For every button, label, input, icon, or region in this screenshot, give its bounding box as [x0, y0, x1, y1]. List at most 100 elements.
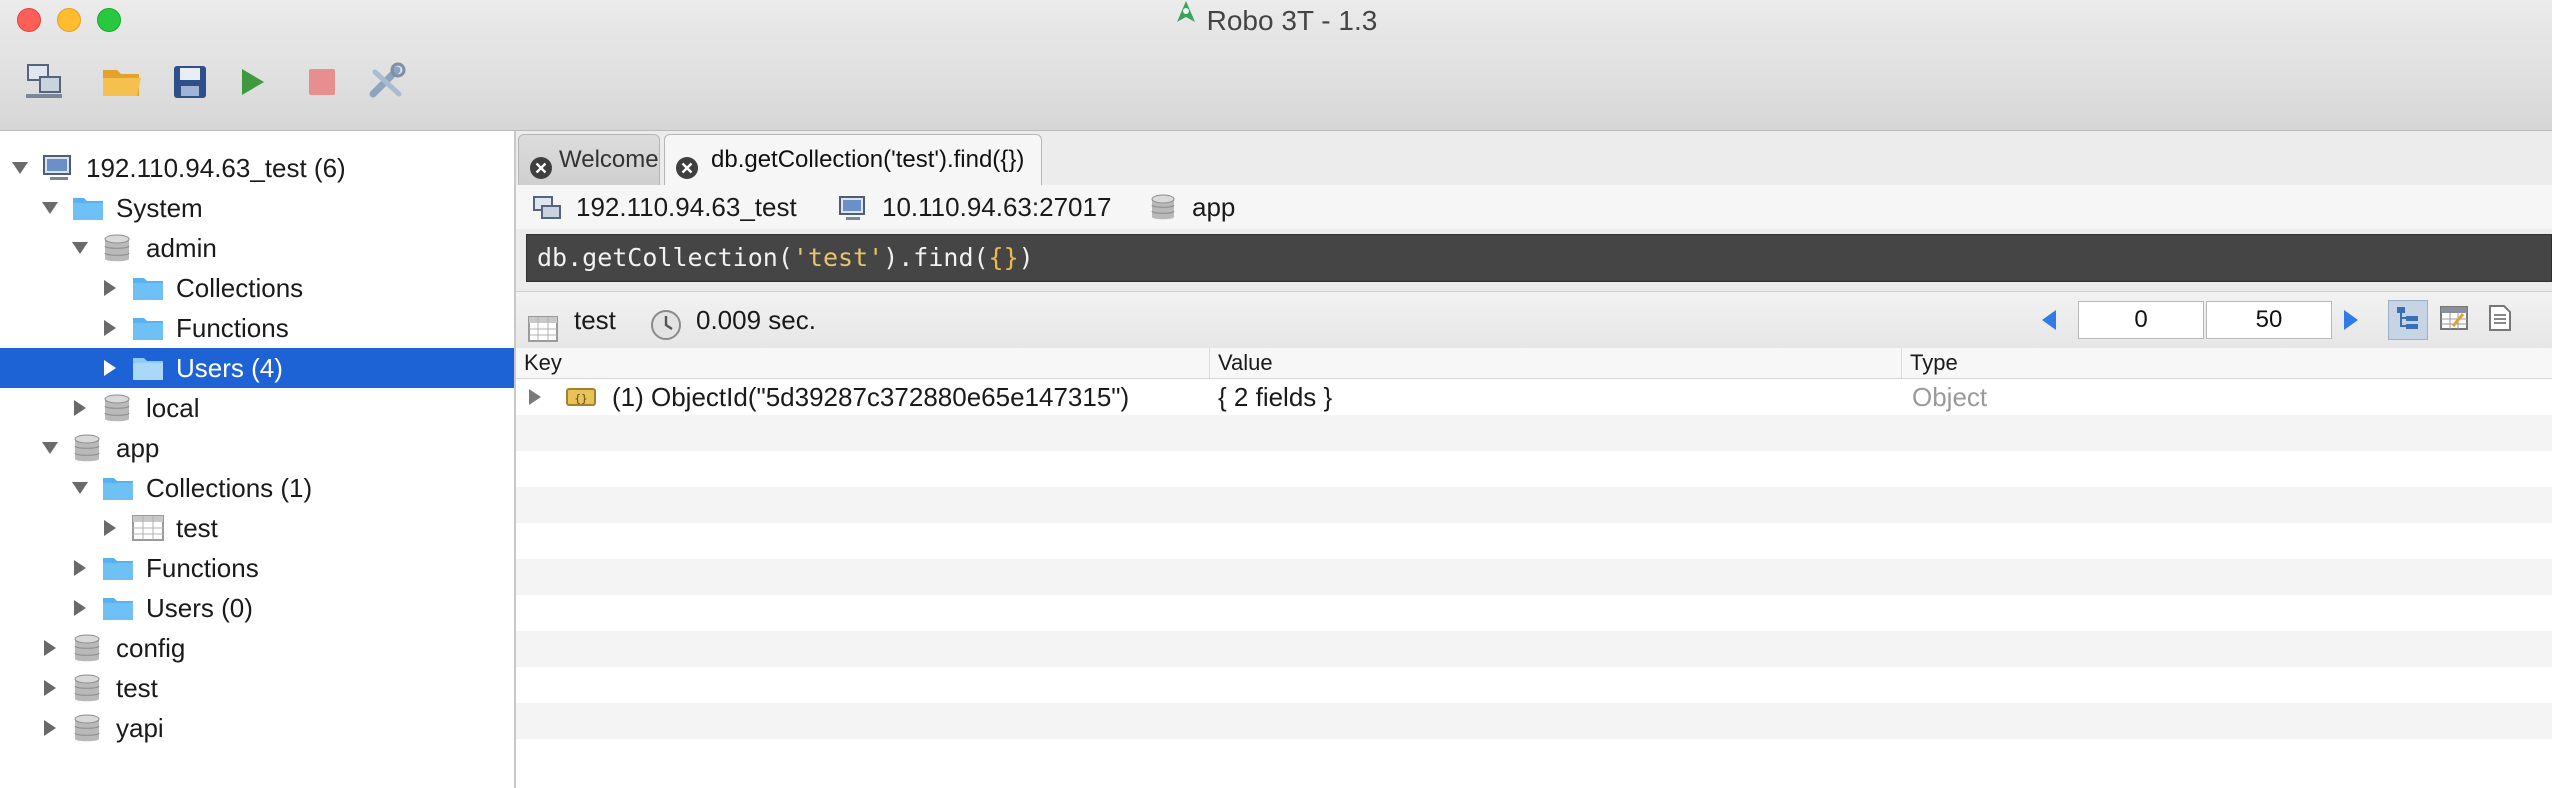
empty-row	[516, 559, 2552, 595]
text-view-button[interactable]	[2480, 300, 2520, 340]
result-collection-name: test	[574, 305, 616, 335]
close-tab-icon[interactable]	[675, 148, 699, 179]
folder-icon	[132, 313, 164, 343]
next-page-arrow-icon[interactable]	[2342, 308, 2360, 337]
expand-right-arrow-icon[interactable]	[40, 638, 60, 658]
expand-right-arrow-icon[interactable]	[70, 598, 90, 618]
tree-label: admin	[146, 233, 217, 263]
tree-item-app-users[interactable]: Users (0)	[0, 588, 514, 628]
tree-item-local[interactable]: local	[0, 388, 514, 428]
database-icon	[72, 673, 104, 703]
expand-right-arrow-icon[interactable]	[528, 388, 542, 411]
expand-right-arrow-icon[interactable]	[100, 278, 120, 298]
query-string-literal: 'test'	[792, 243, 884, 272]
tree-item-admin-collections[interactable]: Collections	[0, 268, 514, 308]
open-button[interactable]	[100, 62, 144, 106]
tree-item-app-functions[interactable]: Functions	[0, 548, 514, 588]
database-icon	[102, 393, 134, 423]
robo3t-logo-icon	[1175, 0, 1197, 42]
connection-info-bar: 192.110.94.63_test 10.110.94.63:27017 ap…	[516, 185, 2552, 229]
query-prefix: db.getCollection(	[537, 243, 793, 272]
database-icon	[72, 633, 104, 663]
empty-row	[516, 415, 2552, 451]
host-address: 10.110.94.63:27017	[882, 192, 1112, 222]
tree-label: Collections (1)	[146, 473, 313, 503]
expand-down-arrow-icon[interactable]	[40, 438, 60, 458]
folder-icon	[72, 193, 104, 223]
tree-label: System	[116, 193, 203, 223]
table-view-icon	[2439, 304, 2469, 337]
expand-right-arrow-icon[interactable]	[100, 518, 120, 538]
robomongo-button[interactable]	[366, 62, 410, 106]
tab-query[interactable]: db.getCollection('test').find({})	[664, 134, 1042, 185]
stop-button[interactable]	[300, 62, 344, 106]
expand-right-arrow-icon[interactable]	[100, 318, 120, 338]
tree-item-system[interactable]: System	[0, 188, 514, 228]
expand-down-arrow-icon[interactable]	[10, 158, 30, 178]
server-icon	[42, 153, 74, 183]
folder-icon	[132, 353, 164, 383]
query-editor[interactable]: db.getCollection('test').find({})	[526, 234, 2552, 282]
expand-down-arrow-icon[interactable]	[70, 238, 90, 258]
tree-label: yapi	[116, 713, 164, 743]
window-title-area: Robo 3T - 1.3	[0, 0, 2552, 40]
query-panel: Welcome db.getCollection('test').find({}…	[516, 131, 2552, 788]
empty-row	[516, 667, 2552, 703]
connect-button[interactable]	[22, 62, 66, 106]
tree-item-admin-functions[interactable]: Functions	[0, 308, 514, 348]
save-button[interactable]	[168, 62, 212, 106]
results-toolbar: test 0.009 sec.	[516, 291, 2552, 349]
tab-label: db.getCollection('test').find({})	[711, 146, 1025, 173]
tree-item-admin[interactable]: admin	[0, 228, 514, 268]
tree-label: Users (0)	[146, 593, 253, 623]
server-icon	[532, 192, 562, 222]
empty-row	[516, 451, 2552, 487]
expand-down-arrow-icon[interactable]	[40, 198, 60, 218]
table-view-button[interactable]	[2434, 300, 2474, 340]
expand-right-arrow-icon[interactable]	[70, 398, 90, 418]
results-grid-header: Key Value Type	[516, 348, 2552, 379]
query-middle: ).find(	[883, 243, 989, 272]
object-explorer: 192.110.94.63_test (6) System admin Coll…	[0, 131, 516, 788]
connect-icon	[24, 63, 64, 106]
tree-item-config[interactable]: config	[0, 628, 514, 668]
expand-down-arrow-icon[interactable]	[70, 478, 90, 498]
column-header-value[interactable]: Value	[1210, 348, 1902, 378]
folder-icon	[102, 593, 134, 623]
tree-item-test[interactable]: test	[0, 668, 514, 708]
table-row[interactable]: {} (1) ObjectId("5d39287c372880e65e14731…	[516, 379, 2552, 415]
row-key: (1) ObjectId("5d39287c372880e65e147315")	[612, 382, 1130, 412]
expand-right-arrow-icon[interactable]	[100, 358, 120, 378]
database-icon	[72, 433, 104, 463]
tab-bar: Welcome db.getCollection('test').find({}…	[516, 131, 2552, 185]
results-grid: Key Value Type {} (1) ObjectId("5d39287c…	[516, 348, 2552, 788]
tree-label: local	[146, 393, 200, 423]
expand-right-arrow-icon[interactable]	[40, 718, 60, 738]
tree-label: test	[176, 513, 218, 543]
svg-text:{}: {}	[574, 392, 587, 405]
tree-item-yapi[interactable]: yapi	[0, 708, 514, 748]
tree-item-admin-users[interactable]: Users (4)	[0, 348, 514, 388]
skip-input[interactable]	[2078, 301, 2204, 339]
title-bar: Robo 3T - 1.3	[0, 0, 2552, 40]
tree-item-app-test-collection[interactable]: test	[0, 508, 514, 548]
column-header-key[interactable]: Key	[516, 348, 1210, 378]
database-name: app	[1192, 192, 1236, 222]
close-tab-icon[interactable]	[529, 148, 553, 179]
tree-item-app[interactable]: app	[0, 428, 514, 468]
limit-input[interactable]	[2206, 301, 2332, 339]
expand-right-arrow-icon[interactable]	[70, 558, 90, 578]
tree-item-server[interactable]: 192.110.94.63_test (6)	[0, 148, 514, 188]
toolbar	[0, 40, 2552, 131]
tree-label: config	[116, 633, 186, 663]
expand-right-arrow-icon[interactable]	[40, 678, 60, 698]
execute-button[interactable]	[230, 62, 274, 106]
column-header-type[interactable]: Type	[1902, 348, 2552, 378]
prev-page-arrow-icon[interactable]	[2040, 308, 2058, 337]
tree-view-button[interactable]	[2388, 300, 2428, 340]
tree-item-app-collections[interactable]: Collections (1)	[0, 468, 514, 508]
tree-view-icon	[2394, 304, 2422, 337]
tab-welcome[interactable]: Welcome	[518, 134, 660, 185]
text-view-icon	[2488, 304, 2512, 337]
server-name: 192.110.94.63_test	[576, 192, 797, 222]
